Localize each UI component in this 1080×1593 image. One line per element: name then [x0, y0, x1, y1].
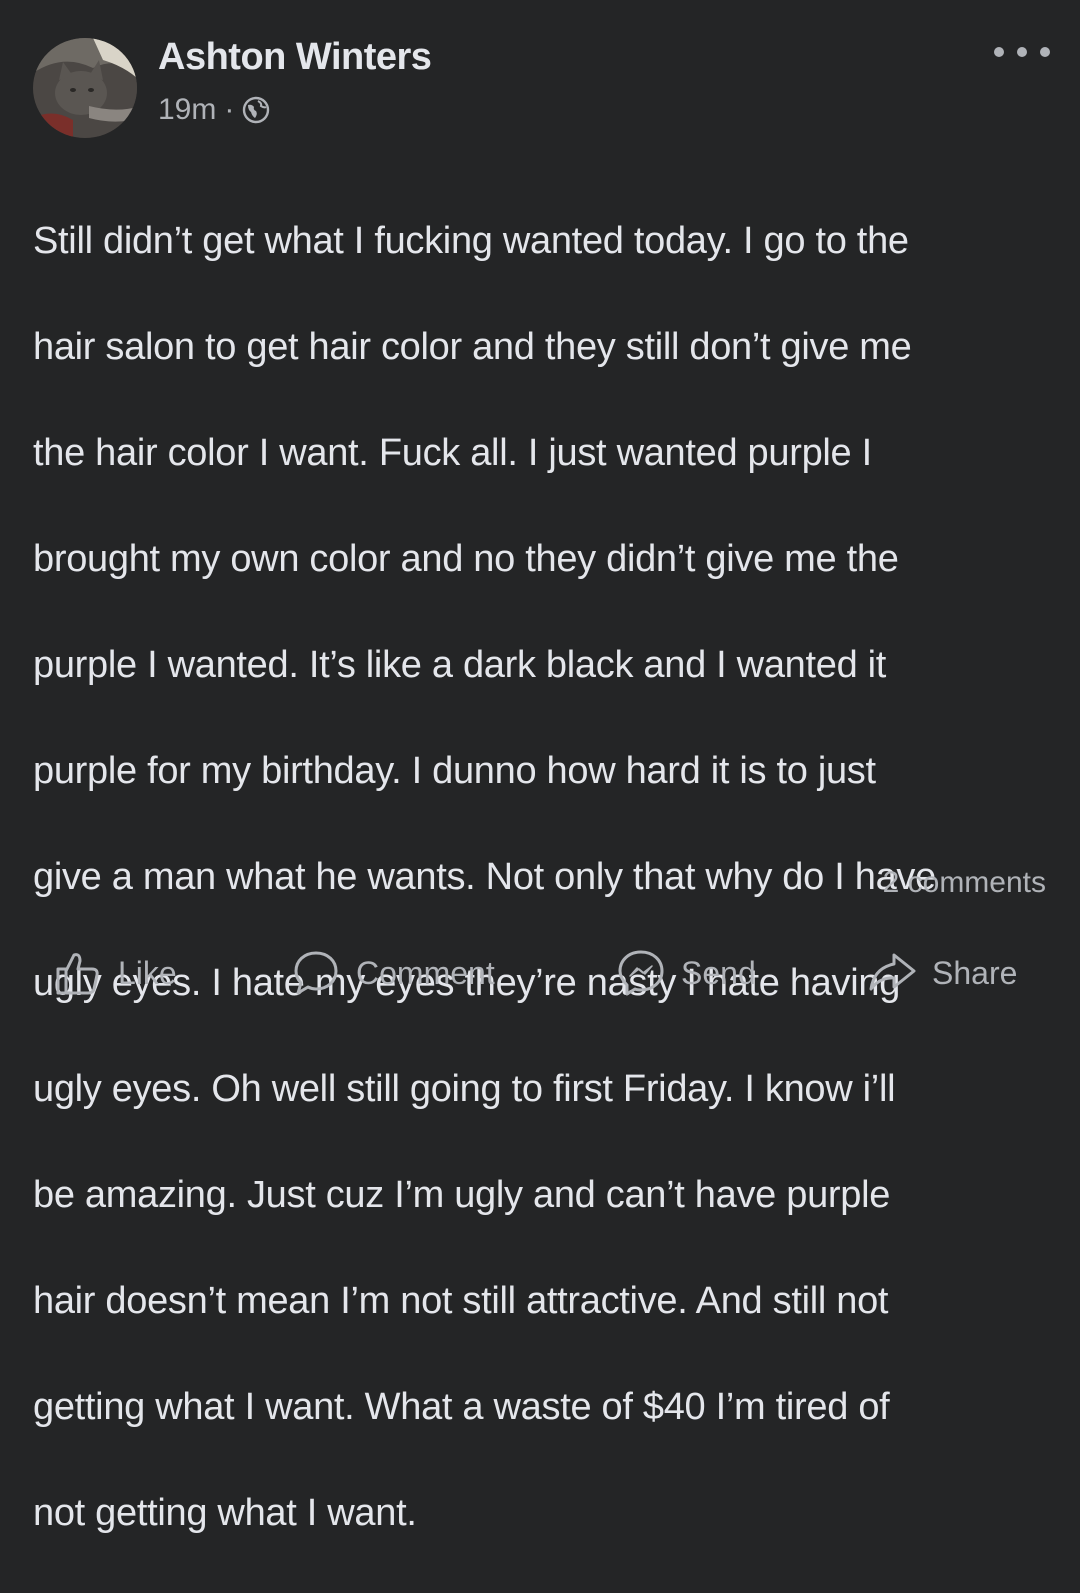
- avatar[interactable]: [33, 38, 137, 138]
- like-button[interactable]: Like: [52, 948, 177, 998]
- cat-photo-icon: [33, 38, 137, 138]
- share-button[interactable]: Share: [866, 948, 1017, 998]
- more-dot: [994, 47, 1004, 57]
- action-bar: Like Comment Send Share: [0, 940, 1080, 1006]
- more-options-icon[interactable]: [994, 40, 1050, 64]
- comment-label: Comment: [356, 954, 495, 991]
- comment-button[interactable]: Comment: [290, 948, 495, 998]
- post-text-line: brought my own color and no they didn’t …: [33, 538, 899, 580]
- messenger-icon: [618, 950, 664, 996]
- post-text-line: hair salon to get hair color and they st…: [33, 326, 912, 368]
- post-text-line: Still didn’t get what I fucking wanted t…: [33, 220, 909, 262]
- more-dot: [1017, 47, 1027, 57]
- comments-count[interactable]: 2 comments: [883, 866, 1046, 900]
- post-text-line: hair doesn’t mean I’m not still attracti…: [33, 1280, 889, 1322]
- post-text-line: be amazing. Just cuz I’m ugly and can’t …: [33, 1174, 891, 1216]
- post-text-line: getting what I want. What a waste of $40…: [33, 1386, 890, 1428]
- like-label: Like: [118, 954, 177, 991]
- post-card: Ashton Winters 19m · Still didn’t get wh…: [0, 0, 1080, 1534]
- more-dot: [1040, 47, 1050, 57]
- post-time[interactable]: 19m: [158, 93, 216, 127]
- send-button[interactable]: Send: [615, 948, 756, 998]
- globe-icon: [243, 96, 270, 124]
- post-text-line: not getting what I want.: [33, 1492, 417, 1534]
- meta-separator: ·: [224, 93, 235, 126]
- thumbs-up-icon: [56, 953, 99, 995]
- post-text-line: purple I wanted. It’s like a dark black …: [33, 644, 887, 686]
- post-meta: 19m ·: [158, 92, 270, 128]
- post-text-line: purple for my birthday. I dunno how hard…: [33, 750, 876, 792]
- author-name[interactable]: Ashton Winters: [158, 36, 432, 79]
- send-label: Send: [681, 954, 756, 991]
- share-arrow-icon: [869, 953, 916, 991]
- share-label: Share: [932, 954, 1018, 991]
- post-text-line: the hair color I want. Fuck all. I just …: [33, 432, 872, 474]
- post-text-line: ugly eyes. Oh well still going to first …: [33, 1068, 896, 1110]
- speech-bubble-icon: [294, 951, 338, 995]
